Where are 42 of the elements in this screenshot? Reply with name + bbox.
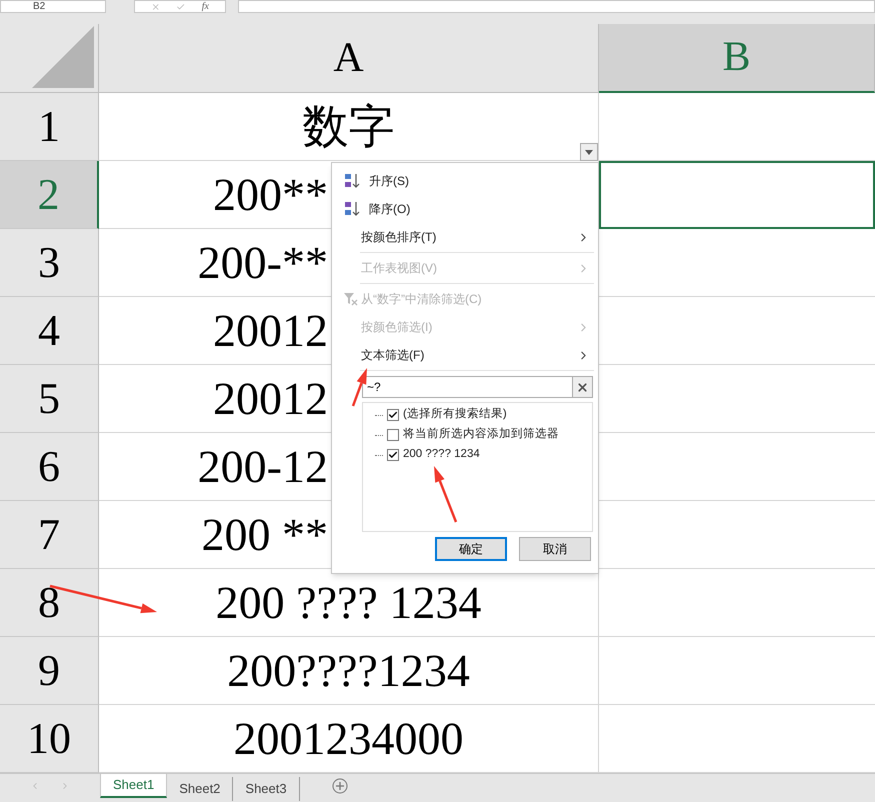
row-header[interactable]: 3 bbox=[0, 229, 99, 297]
enter-icon[interactable] bbox=[176, 2, 186, 12]
row-header[interactable]: 1 bbox=[0, 93, 99, 161]
annotation-arrow bbox=[352, 368, 367, 406]
dialog-button[interactable]: 确定 bbox=[435, 537, 507, 561]
annotation-arrow bbox=[434, 466, 458, 522]
formula-field[interactable] bbox=[238, 0, 875, 13]
sort-descending-icon bbox=[344, 201, 360, 217]
sheet-tab[interactable]: Sheet2 bbox=[167, 777, 234, 801]
checkbox-label: 200 ???? 1234 bbox=[403, 447, 480, 462]
add-sheet-icon[interactable] bbox=[332, 778, 348, 794]
dialog-button[interactable]: 取消 bbox=[519, 537, 591, 561]
filter-dropdown-button[interactable] bbox=[580, 143, 598, 161]
name-box[interactable]: B2 bbox=[0, 0, 106, 13]
sheet-tab[interactable]: Sheet1 bbox=[100, 774, 168, 798]
row-header[interactable]: 4 bbox=[0, 297, 99, 365]
checkbox[interactable] bbox=[387, 449, 399, 461]
sheet-tab[interactable]: Sheet3 bbox=[233, 777, 300, 801]
corner-triangle-icon bbox=[32, 26, 94, 88]
row-header[interactable]: 8 bbox=[0, 569, 99, 637]
caret-icon bbox=[585, 150, 593, 154]
menu-item[interactable]: 降序(O) bbox=[332, 195, 598, 223]
checkbox[interactable] bbox=[387, 409, 399, 421]
row-header[interactable]: 2 bbox=[0, 161, 99, 229]
row-header[interactable]: 10 bbox=[0, 705, 99, 773]
table-cell: 200????1234 bbox=[99, 637, 599, 705]
cancel-icon[interactable] bbox=[151, 2, 160, 12]
row-header[interactable]: 9 bbox=[0, 637, 99, 705]
close-icon bbox=[576, 380, 589, 394]
column-header[interactable]: A bbox=[99, 24, 599, 93]
row-header[interactable]: 7 bbox=[0, 501, 99, 569]
column-header[interactable]: B bbox=[599, 24, 875, 93]
clear-filter-icon bbox=[344, 292, 358, 306]
function-button[interactable]: fx bbox=[202, 1, 209, 12]
checkbox[interactable] bbox=[387, 429, 399, 441]
menu-item[interactable]: 升序(S) bbox=[332, 167, 598, 195]
checkbox-label: (选择所有搜索结果) bbox=[403, 406, 507, 422]
row-header[interactable]: 5 bbox=[0, 365, 99, 433]
row-header[interactable]: 6 bbox=[0, 433, 99, 501]
clear-search-button[interactable] bbox=[573, 376, 593, 398]
sort-ascending-icon bbox=[344, 173, 360, 189]
search-field[interactable]: ~? bbox=[362, 376, 573, 398]
